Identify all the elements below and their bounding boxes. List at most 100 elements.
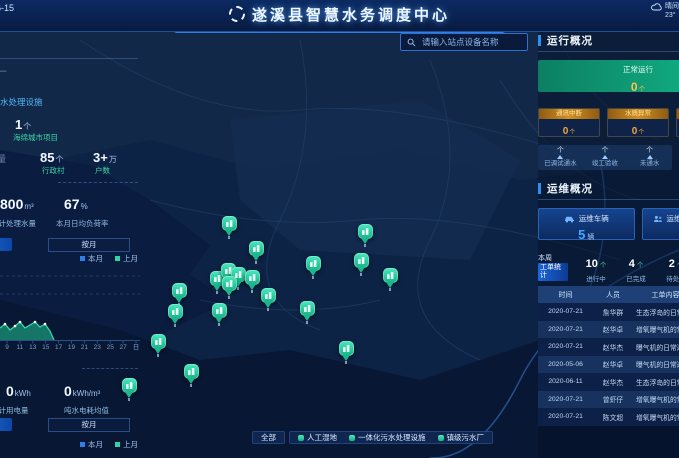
- vehicles-box[interactable]: 运维车辆 5辆: [538, 208, 635, 240]
- legend-all-button[interactable]: 全部: [252, 431, 285, 444]
- vehicles-value: 5: [578, 227, 585, 242]
- table-cell: 2020-05-06: [538, 356, 593, 374]
- cloud-icon: [651, 2, 662, 11]
- table-row[interactable]: 2020-07-21赵华卓增氧曝气机的常规维护: [538, 321, 679, 339]
- tab-weekly-workorders[interactable]: 本周 工单统计: [538, 254, 568, 276]
- pin-stem: [306, 321, 308, 324]
- stat-load-rate-label: 本月日均负荷率: [56, 218, 109, 229]
- cutoff-text: 厂: [0, 68, 7, 81]
- stat-energy-per-ton: 0kWh/m³: [64, 383, 100, 401]
- alert-value: 0个: [608, 121, 668, 137]
- stat-households-label: 户数: [95, 165, 110, 176]
- map-marker[interactable]: [171, 283, 187, 306]
- divider: [0, 58, 138, 59]
- pin-stem: [389, 288, 391, 291]
- station-pin-icon: [222, 276, 237, 291]
- section-title: 运行概况: [547, 33, 593, 48]
- personnel-box[interactable]: 运维人员: [642, 208, 679, 240]
- table-row[interactable]: 2020-05-06赵华卓曝气机的日常巡检: [538, 356, 679, 374]
- table-row[interactable]: 2020-07-21詹华群生态浮岛的日常维护: [538, 303, 679, 321]
- map-marker[interactable]: [357, 224, 373, 247]
- pin-stem: [267, 308, 269, 311]
- svg-text:9: 9: [5, 344, 9, 351]
- search-box[interactable]: [400, 33, 528, 51]
- legend-item[interactable]: 人工湿地: [298, 432, 337, 443]
- up-arrow-icon: [557, 155, 563, 159]
- station-pin-icon: [306, 256, 321, 271]
- col-content: 工单内容: [633, 286, 679, 303]
- legend-this-month: 本月: [80, 439, 103, 450]
- tab-monthly[interactable]: 按月: [48, 418, 130, 432]
- table-cell: 曾虾仔: [593, 391, 633, 409]
- alert-box[interactable]: 水质异常 0个: [607, 108, 669, 137]
- svg-text:17: 17: [55, 344, 63, 351]
- table-cell: 2020-07-21: [538, 391, 593, 409]
- search-input[interactable]: [420, 36, 521, 48]
- water-trend-chart[interactable]: 9111315171921232527日: [0, 262, 142, 352]
- tab-monthly[interactable]: 按月: [48, 238, 130, 252]
- map-marker[interactable]: [244, 270, 260, 293]
- svg-text:25: 25: [107, 344, 115, 351]
- map-marker[interactable]: [183, 364, 199, 387]
- pin-stem: [228, 236, 230, 239]
- map-marker[interactable]: [305, 256, 321, 279]
- normal-running-box[interactable]: 正常运行 0个: [538, 60, 679, 92]
- table-row[interactable]: 2020-07-21陈文超增氧曝气机的常规维护: [538, 408, 679, 426]
- table-cell: 赵华卓: [593, 356, 633, 374]
- legend-last-month: 上月: [115, 439, 138, 450]
- table-cell: 赵华卓: [593, 321, 633, 339]
- stat-treated-water-label: 累计处理水量: [0, 218, 36, 229]
- table-row[interactable]: 2020-06-11赵华杰生态浮岛的日常维护: [538, 373, 679, 391]
- map-marker[interactable]: [221, 276, 237, 299]
- map-marker[interactable]: [338, 341, 354, 364]
- workorder-stat: 4个 已完成: [616, 254, 656, 276]
- pin-stem: [218, 323, 220, 326]
- station-pin-icon: [222, 216, 237, 231]
- tab-daily-active[interactable]: [0, 238, 12, 251]
- table-cell: 詹华群: [593, 303, 633, 321]
- table-cell: 赵华杰: [593, 338, 633, 356]
- map-marker[interactable]: [299, 301, 315, 324]
- pin-stem: [228, 296, 230, 299]
- map-marker[interactable]: [167, 304, 183, 327]
- workorder-stat: 2个 待处理: [656, 254, 679, 276]
- station-pin-icon: [249, 241, 264, 256]
- map-marker[interactable]: [382, 268, 398, 291]
- table-row[interactable]: 2020-07-21曾虾仔增氧曝气机的常规维护: [538, 391, 679, 409]
- cutoff-text: 量: [0, 152, 6, 165]
- station-pin-icon: [212, 303, 227, 318]
- stat-load-rate: 67%: [64, 196, 88, 214]
- svg-text:27: 27: [119, 344, 127, 351]
- legend-marker-icon: [298, 435, 304, 441]
- workorder-table: 时间 人员 工单内容 2020-07-21詹华群生态浮岛的日常维护2020-07…: [538, 286, 679, 426]
- tab-daily-active[interactable]: [0, 418, 12, 431]
- legend-item[interactable]: 一体化污水处理设施: [349, 432, 426, 443]
- map-marker[interactable]: [248, 241, 264, 264]
- divider: [58, 182, 138, 183]
- map-marker[interactable]: [353, 253, 369, 276]
- alert-label: 通讯中断: [539, 109, 599, 119]
- station-pin-icon: [168, 304, 183, 319]
- station-pin-icon: [245, 270, 260, 285]
- map-marker[interactable]: [211, 303, 227, 326]
- map-marker[interactable]: [221, 216, 237, 239]
- alert-box[interactable]: 通讯中断 0个: [538, 108, 600, 137]
- table-row[interactable]: 2020-07-21赵华杰曝气机的日常巡检: [538, 338, 679, 356]
- pin-stem: [360, 273, 362, 276]
- search-icon: [407, 38, 416, 47]
- alert-boxes: 通讯中断 0个 水质异常 0个: [538, 108, 679, 137]
- people-icon: [653, 215, 663, 223]
- svg-text:23: 23: [94, 344, 102, 351]
- header-date: 6-15: [0, 3, 14, 13]
- map-marker[interactable]: [260, 288, 276, 311]
- legend-item[interactable]: 镇级污水厂: [438, 432, 485, 443]
- map-marker[interactable]: [150, 334, 166, 357]
- normal-running-value: 0: [631, 80, 638, 94]
- table-cell: 曝气机的日常巡检: [633, 356, 679, 374]
- station-pin-icon: [358, 224, 373, 239]
- table-cell: 增氧曝气机的常规维护: [633, 391, 679, 409]
- section-maintenance-overview: 运维概况: [538, 182, 679, 195]
- treatment-facility-label: 水处理设施: [0, 96, 43, 108]
- section-title: 运维概况: [547, 181, 593, 196]
- weather-condition: 晴间多云: [665, 2, 679, 11]
